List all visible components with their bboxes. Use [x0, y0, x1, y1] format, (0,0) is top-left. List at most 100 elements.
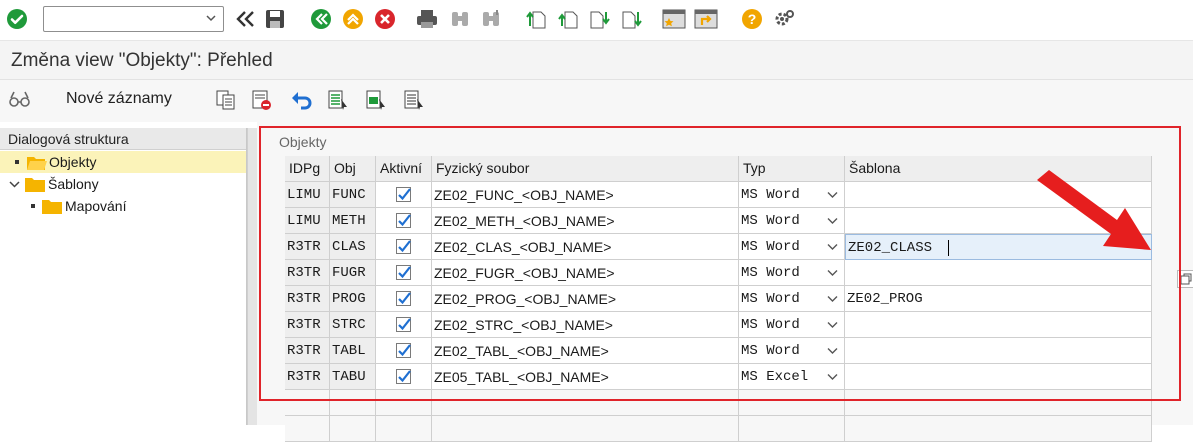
- chevron-down-icon[interactable]: [827, 373, 838, 381]
- empty-table-row: [285, 390, 1152, 416]
- arrow-annotation: [1037, 170, 1151, 250]
- cell-type[interactable]: MS Word: [739, 286, 845, 312]
- glasses-icon[interactable]: [8, 88, 30, 110]
- cell-file[interactable]: ZE05_TABL_<OBJ_NAME>: [432, 364, 739, 390]
- command-field[interactable]: [43, 6, 224, 32]
- copy-icon[interactable]: [215, 89, 237, 111]
- back-double-icon[interactable]: [233, 7, 257, 31]
- deselect-all-icon[interactable]: [403, 89, 425, 111]
- cancel-icon[interactable]: [373, 7, 397, 31]
- cell-template[interactable]: [845, 312, 1152, 338]
- cell-type[interactable]: MS Word: [739, 208, 845, 234]
- column-header-file[interactable]: Fyzický soubor: [432, 156, 739, 182]
- cell-file[interactable]: ZE02_STRC_<OBJ_NAME>: [432, 312, 739, 338]
- chevron-down-icon[interactable]: [827, 295, 838, 303]
- table-row[interactable]: R3TR CLAS ZE02_CLAS_<OBJ_NAME> MS Word ZE02_…: [285, 234, 1152, 260]
- cell-type[interactable]: MS Word: [739, 312, 845, 338]
- tree-item-mapovani[interactable]: Mapování: [0, 195, 246, 217]
- table-row[interactable]: R3TR TABL ZE02_TABL_<OBJ_NAME> MS Word: [285, 338, 1152, 364]
- undo-icon[interactable]: [290, 89, 312, 111]
- panel-splitter[interactable]: [247, 128, 257, 425]
- cell-obj: METH: [330, 208, 376, 234]
- chevron-down-icon[interactable]: [827, 269, 838, 277]
- new-entries-button[interactable]: Nové záznamy: [66, 90, 172, 108]
- tree-item-objekty[interactable]: Objekty: [0, 151, 246, 173]
- cell-file[interactable]: ZE02_FUGR_<OBJ_NAME>: [432, 260, 739, 286]
- cell-active[interactable]: [376, 234, 432, 260]
- cell-template[interactable]: [845, 338, 1152, 364]
- column-header-obj[interactable]: Obj: [330, 156, 376, 182]
- cell-idpg: LIMU: [285, 208, 330, 234]
- save-icon[interactable]: [263, 7, 287, 31]
- cell-active[interactable]: [376, 338, 432, 364]
- active-checkbox[interactable]: [396, 239, 411, 254]
- cell-file[interactable]: ZE02_CLAS_<OBJ_NAME>: [432, 234, 739, 260]
- column-header-idpg[interactable]: IDPg: [285, 156, 330, 182]
- prev-page-icon[interactable]: [556, 7, 580, 31]
- cell-type[interactable]: MS Word: [739, 338, 845, 364]
- chevron-down-icon[interactable]: [9, 180, 20, 189]
- cell-type[interactable]: MS Word: [739, 182, 845, 208]
- first-page-icon[interactable]: [524, 7, 548, 31]
- active-checkbox[interactable]: [396, 369, 411, 384]
- delete-icon[interactable]: [251, 89, 273, 111]
- cell-type[interactable]: MS Word: [739, 234, 845, 260]
- find-next-icon[interactable]: [479, 7, 503, 31]
- table-row[interactable]: R3TR FUGR ZE02_FUGR_<OBJ_NAME> MS Word: [285, 260, 1152, 286]
- active-checkbox[interactable]: [396, 213, 411, 228]
- chevron-down-icon[interactable]: [205, 12, 217, 24]
- table-row[interactable]: LIMU METH ZE02_METH_<OBJ_NAME> MS Word: [285, 208, 1152, 234]
- active-checkbox[interactable]: [396, 265, 411, 280]
- checkmark-icon: [398, 292, 411, 305]
- tree-item-sablony[interactable]: Šablony: [0, 173, 246, 195]
- cell-file[interactable]: ZE02_TABL_<OBJ_NAME>: [432, 338, 739, 364]
- cell-file[interactable]: ZE02_FUNC_<OBJ_NAME>: [432, 182, 739, 208]
- table-row[interactable]: LIMU FUNC ZE02_FUNC_<OBJ_NAME> MS Word: [285, 182, 1152, 208]
- check-icon[interactable]: [5, 7, 29, 31]
- column-header-active[interactable]: Aktivní: [376, 156, 432, 182]
- next-page-icon[interactable]: [588, 7, 612, 31]
- cell-template[interactable]: ZE02_PROG: [845, 286, 1152, 312]
- find-icon[interactable]: [448, 7, 472, 31]
- cell-obj-text: FUNC: [332, 187, 366, 203]
- new-session-icon[interactable]: [662, 7, 686, 31]
- cell-active[interactable]: [376, 312, 432, 338]
- table-header-row: IDPg Obj Aktivní Fyzický soubor Typ Šabl…: [285, 156, 1152, 182]
- cell-active[interactable]: [376, 286, 432, 312]
- cell-idpg: R3TR: [285, 364, 330, 390]
- cell-template[interactable]: [845, 364, 1152, 390]
- active-checkbox[interactable]: [396, 187, 411, 202]
- table-row[interactable]: R3TR PROG ZE02_PROG_<OBJ_NAME> MS Word ZE02_…: [285, 286, 1152, 312]
- chevron-down-icon[interactable]: [827, 191, 838, 199]
- value-help-icon[interactable]: [1177, 270, 1193, 288]
- active-checkbox[interactable]: [396, 343, 411, 358]
- select-all-icon[interactable]: [327, 89, 349, 111]
- last-page-icon[interactable]: [620, 7, 644, 31]
- cell-active[interactable]: [376, 208, 432, 234]
- chevron-down-icon[interactable]: [827, 217, 838, 225]
- exit-icon[interactable]: [341, 7, 365, 31]
- table-row[interactable]: R3TR STRC ZE02_STRC_<OBJ_NAME> MS Word: [285, 312, 1152, 338]
- settings-icon[interactable]: [772, 7, 796, 31]
- help-icon[interactable]: ?: [740, 7, 764, 31]
- print-icon[interactable]: [415, 7, 439, 31]
- cell-active[interactable]: [376, 260, 432, 286]
- cell-file[interactable]: ZE02_METH_<OBJ_NAME>: [432, 208, 739, 234]
- table-row[interactable]: R3TR TABU ZE05_TABL_<OBJ_NAME> MS Excel: [285, 364, 1152, 390]
- cell-template[interactable]: [845, 260, 1152, 286]
- back-icon[interactable]: [309, 7, 333, 31]
- cell-file[interactable]: ZE02_PROG_<OBJ_NAME>: [432, 286, 739, 312]
- cell-active[interactable]: [376, 182, 432, 208]
- shortcut-icon[interactable]: [694, 7, 718, 31]
- column-header-type[interactable]: Typ: [739, 156, 845, 182]
- cell-active[interactable]: [376, 364, 432, 390]
- chevron-down-icon[interactable]: [827, 243, 838, 251]
- chevron-down-icon[interactable]: [827, 347, 838, 355]
- active-checkbox[interactable]: [396, 291, 411, 306]
- active-checkbox[interactable]: [396, 317, 411, 332]
- chevron-down-icon[interactable]: [827, 321, 838, 329]
- tree-bullet: [31, 204, 35, 208]
- cell-type[interactable]: MS Excel: [739, 364, 845, 390]
- cell-type[interactable]: MS Word: [739, 260, 845, 286]
- select-block-icon[interactable]: [365, 89, 387, 111]
